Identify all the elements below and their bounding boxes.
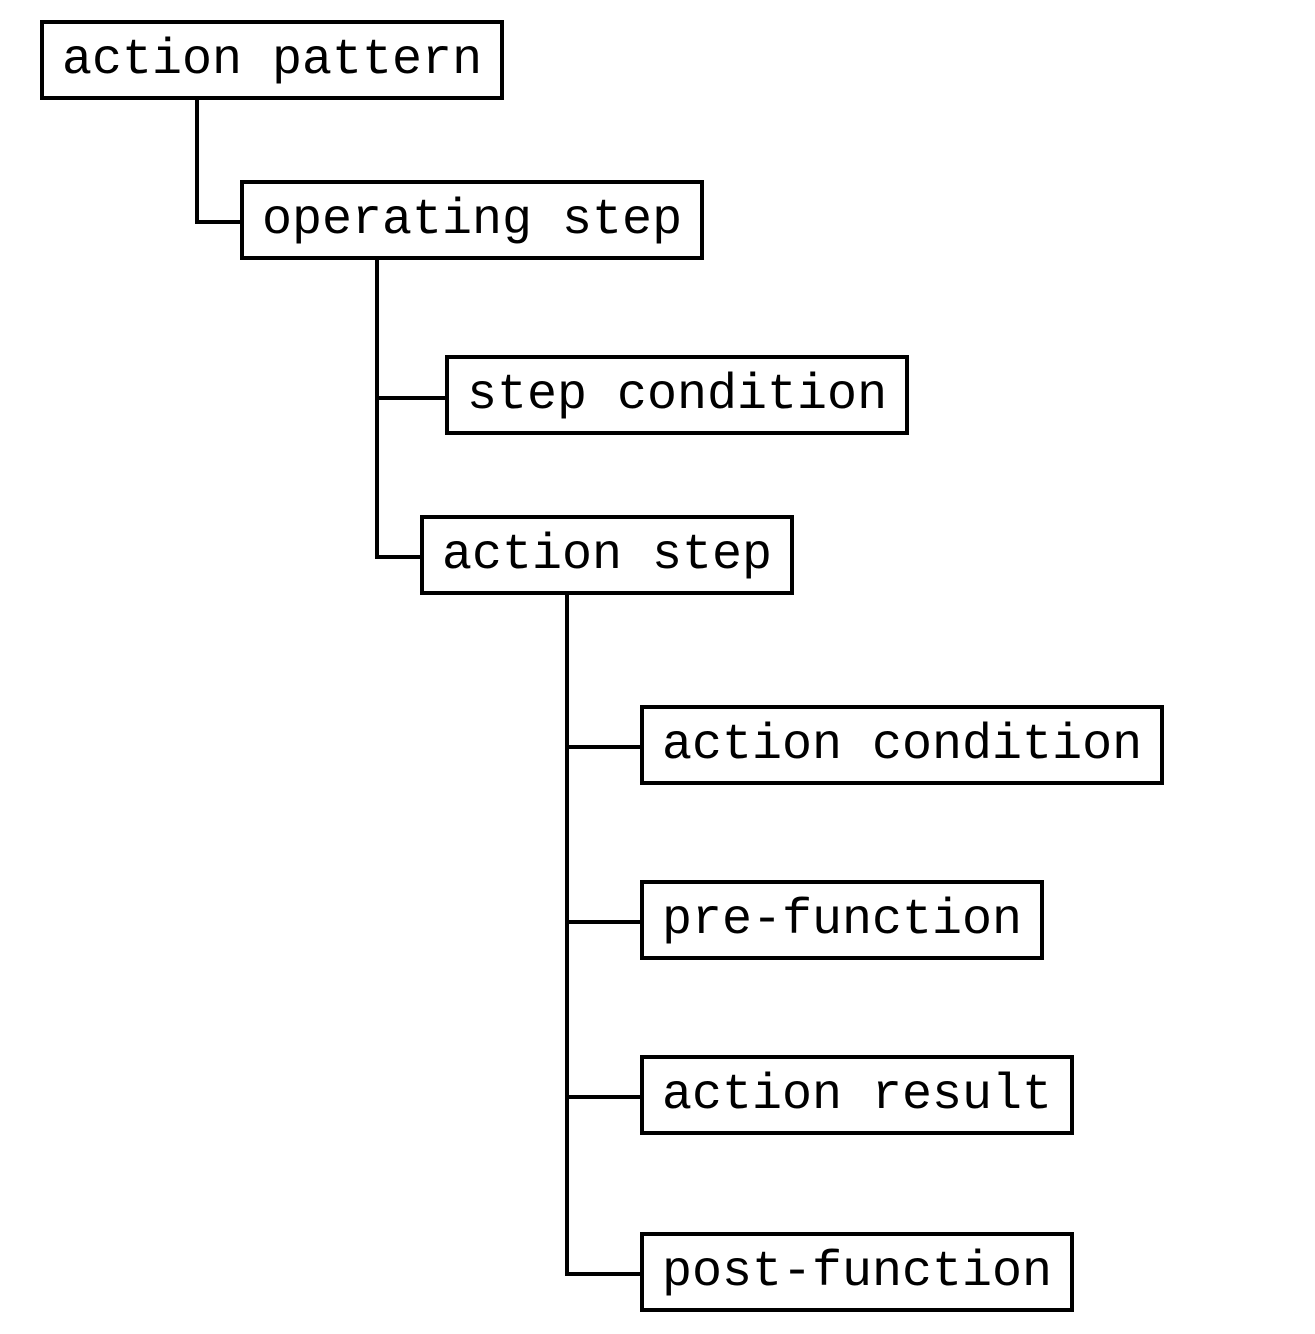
connector-line [565, 1095, 640, 1099]
connector-line [375, 555, 420, 559]
node-label: step condition [467, 367, 887, 424]
tree-diagram: action pattern operating step step condi… [0, 0, 1315, 1334]
node-action-condition: action condition [640, 705, 1164, 785]
node-label: operating step [262, 192, 682, 249]
connector-line [195, 100, 199, 220]
node-operating-step: operating step [240, 180, 704, 260]
connector-line [565, 745, 640, 749]
connector-line [565, 595, 569, 1275]
connector-line [195, 220, 240, 224]
connector-line [565, 1272, 640, 1276]
node-label: pre-function [662, 892, 1022, 949]
node-label: action condition [662, 717, 1142, 774]
node-label: action pattern [62, 32, 482, 89]
node-action-pattern: action pattern [40, 20, 504, 100]
node-label: action step [442, 527, 772, 584]
node-label: post-function [662, 1244, 1052, 1301]
connector-line [375, 396, 445, 400]
node-pre-function: pre-function [640, 880, 1044, 960]
node-action-result: action result [640, 1055, 1074, 1135]
node-post-function: post-function [640, 1232, 1074, 1312]
connector-line [375, 260, 379, 555]
node-step-condition: step condition [445, 355, 909, 435]
node-action-step: action step [420, 515, 794, 595]
node-label: action result [662, 1067, 1052, 1124]
connector-line [565, 920, 640, 924]
